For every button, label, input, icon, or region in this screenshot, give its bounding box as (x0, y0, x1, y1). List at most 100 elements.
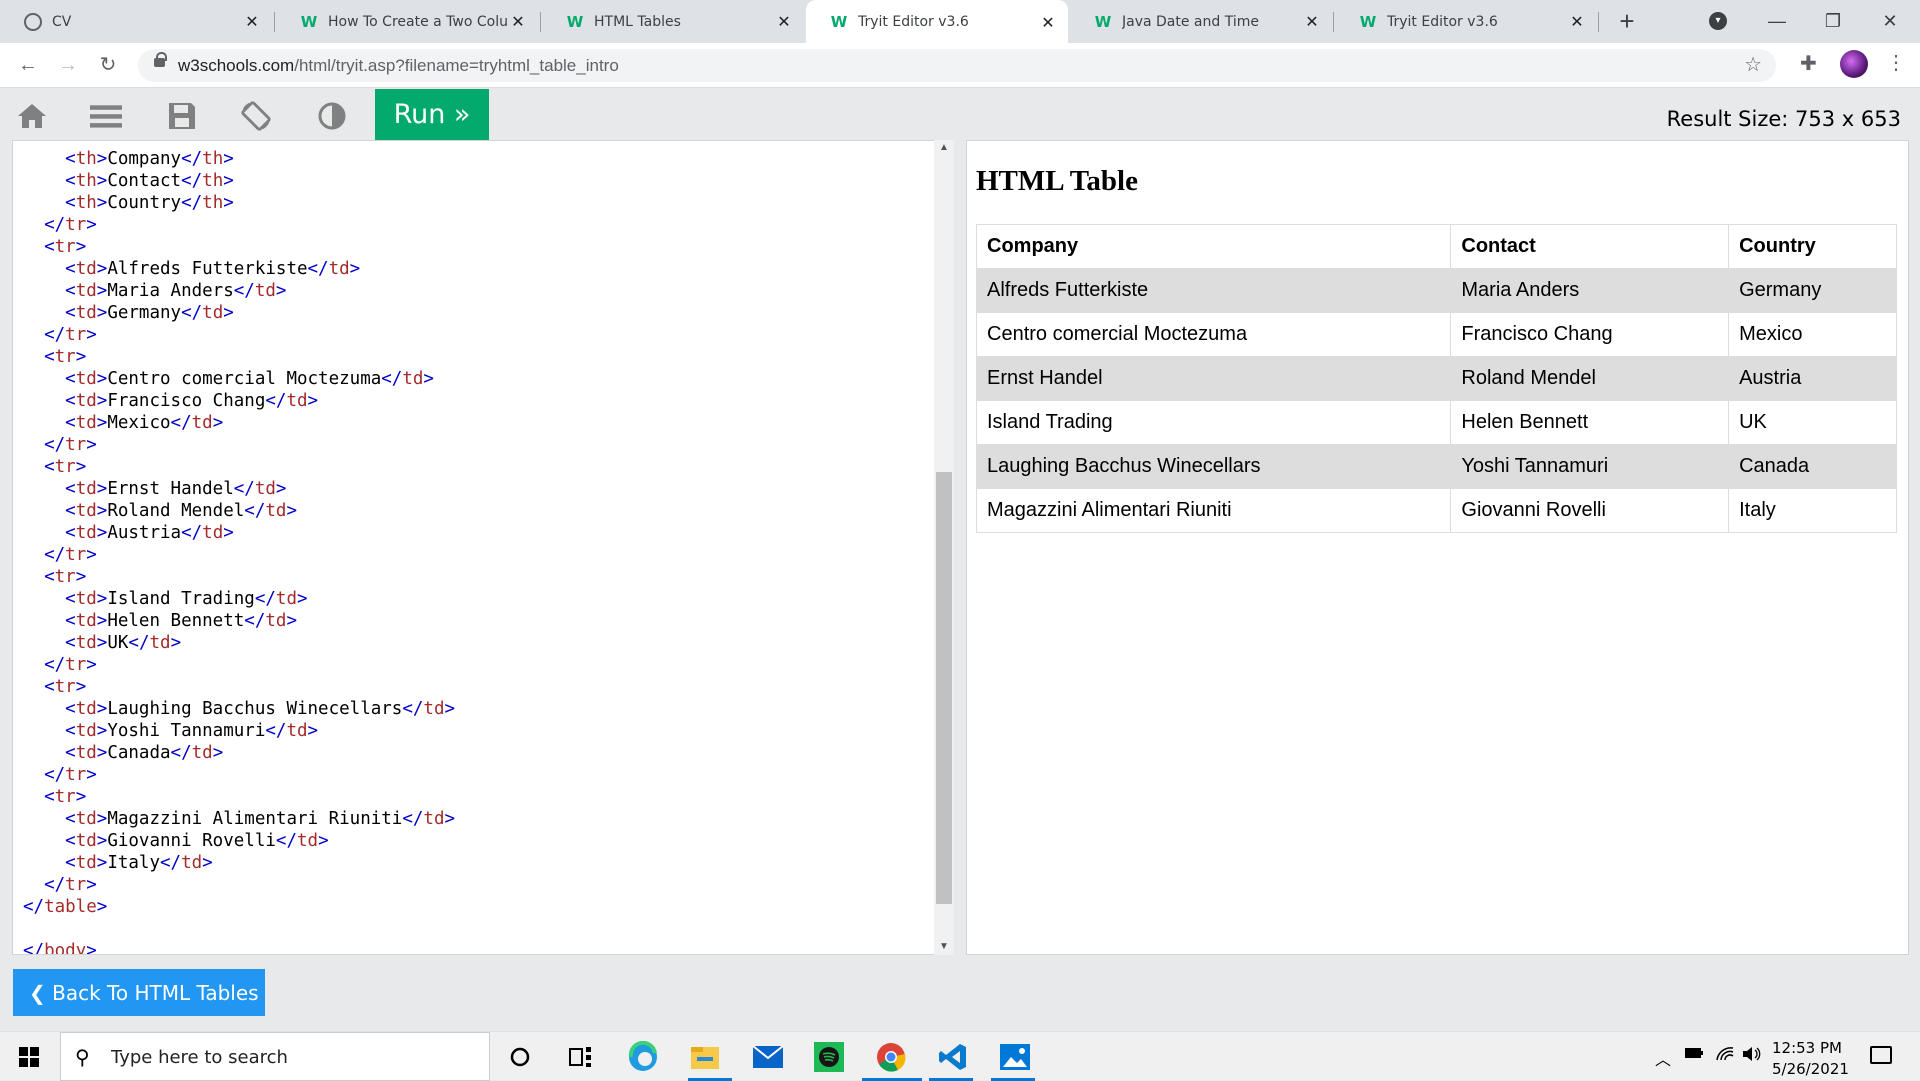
battery-icon[interactable] (1684, 1046, 1704, 1065)
code-line[interactable]: <tr> (23, 236, 455, 258)
code-line[interactable]: <td>Roland Mendel</td> (23, 500, 455, 522)
tryit-toolbar (0, 89, 1920, 140)
back-arrow-icon[interactable]: ← (14, 51, 42, 79)
tab-two-column[interactable]: W How To Create a Two Colum ✕ (276, 0, 538, 43)
volume-icon[interactable] (1742, 1046, 1762, 1067)
tab-title: How To Create a Two Colum (328, 13, 508, 30)
code-line[interactable]: <td>Maria Anders</td> (23, 280, 455, 302)
code-line[interactable]: <tr> (23, 346, 455, 368)
scrollbar-thumb[interactable] (936, 472, 952, 904)
home-icon[interactable] (16, 101, 48, 131)
wifi-icon[interactable] (1715, 1046, 1735, 1067)
vscode-icon[interactable] (936, 1040, 970, 1074)
code-line[interactable]: <th>Contact</th> (23, 170, 455, 192)
menu-hamburger-icon[interactable] (90, 101, 122, 131)
code-line[interactable]: <td>Magazzini Alimentari Riuniti</td> (23, 808, 455, 830)
code-line[interactable] (23, 918, 455, 940)
code-line[interactable]: </tr> (23, 544, 455, 566)
tab-tryit-editor-2[interactable]: W Tryit Editor v3.6 ✕ (1335, 0, 1597, 43)
run-button[interactable]: Run » (375, 89, 489, 140)
code-editor-text[interactable]: <th>Company</th> <th>Contact</th> <th>Co… (23, 148, 455, 954)
table-header-row: Company Contact Country (975, 224, 1897, 269)
tab-title: CV (52, 13, 72, 30)
tab-html-tables[interactable]: W HTML Tables ✕ (542, 0, 804, 43)
close-icon[interactable]: ✕ (1567, 12, 1587, 31)
code-line[interactable]: <td>Island Trading</td> (23, 588, 455, 610)
close-icon[interactable]: ✕ (508, 12, 528, 31)
scroll-down-arrow-icon[interactable]: ▼ (934, 939, 954, 955)
show-hidden-icons-chevron-icon[interactable]: ︿ (1655, 1046, 1671, 1070)
tab-tryit-editor-active[interactable]: W Tryit Editor v3.6 ✕ (806, 0, 1068, 44)
code-line[interactable]: <th>Company</th> (23, 148, 455, 170)
code-line[interactable]: </tr> (23, 214, 455, 236)
code-line[interactable]: <td>Italy</td> (23, 852, 455, 874)
restore-icon[interactable]: ❐ (1813, 6, 1853, 36)
spotify-icon[interactable] (812, 1040, 846, 1074)
close-icon[interactable]: ✕ (242, 12, 262, 31)
code-line[interactable]: <tr> (23, 456, 455, 478)
w3schools-icon: W (1359, 12, 1377, 31)
window-close-icon[interactable]: ✕ (1870, 6, 1910, 36)
close-icon[interactable]: ✕ (774, 12, 794, 31)
code-editor-panel[interactable]: <th>Company</th> <th>Contact</th> <th>Co… (12, 140, 954, 955)
save-icon[interactable] (166, 101, 198, 131)
reload-icon[interactable]: ↻ (94, 51, 122, 79)
mail-icon[interactable] (751, 1040, 785, 1074)
code-line[interactable]: </body> (23, 940, 455, 954)
code-line[interactable]: <td>Mexico</td> (23, 412, 455, 434)
code-line[interactable]: </tr> (23, 324, 455, 346)
code-line[interactable]: </tr> (23, 874, 455, 896)
code-line[interactable]: <tr> (23, 676, 455, 698)
code-line[interactable]: <td>Yoshi Tannamuri</td> (23, 720, 455, 742)
code-line[interactable]: </tr> (23, 654, 455, 676)
dark-mode-toggle-icon[interactable] (316, 101, 348, 131)
file-explorer-icon[interactable] (688, 1040, 722, 1074)
new-tab-plus-icon[interactable]: + (1612, 6, 1642, 36)
clock-date: 5/26/2021 (1772, 1060, 1849, 1078)
scroll-up-arrow-icon[interactable]: ▲ (934, 140, 954, 156)
table-cell: Yoshi Tannamuri (1450, 444, 1730, 489)
code-line[interactable]: </table> (23, 896, 455, 918)
extensions-puzzle-icon[interactable]: ✚ (1800, 51, 1817, 76)
code-line[interactable]: <td>Laughing Bacchus Winecellars</td> (23, 698, 455, 720)
notification-center-icon[interactable] (1870, 1046, 1892, 1064)
bookmark-star-icon[interactable]: ☆ (1744, 52, 1762, 77)
windows-start-icon[interactable] (19, 1047, 39, 1067)
rotate-orientation-icon[interactable] (240, 101, 272, 131)
code-line[interactable]: <td>Ernst Handel</td> (23, 478, 455, 500)
photos-icon[interactable] (998, 1040, 1032, 1074)
code-line[interactable]: <td>Austria</td> (23, 522, 455, 544)
close-icon[interactable]: ✕ (1038, 13, 1058, 32)
code-line[interactable]: <td>Helen Bennett</td> (23, 610, 455, 632)
edge-browser-icon[interactable] (626, 1040, 660, 1074)
result-table: Company Contact Country Alfreds Futterki… (975, 224, 1897, 533)
back-to-html-tables-button[interactable]: ❮ Back To HTML Tables (13, 969, 265, 1016)
taskbar-clock[interactable]: 12:53 PM 5/26/2021 (1772, 1038, 1849, 1080)
forward-arrow-icon[interactable]: → (54, 51, 82, 79)
code-line[interactable]: </tr> (23, 434, 455, 456)
task-view-icon[interactable] (564, 1040, 598, 1074)
tab-search-chevron-icon[interactable]: ▾ (1709, 12, 1727, 30)
browser-toolbar: ← → ↻ w3schools.com/html/tryit.asp?filen… (0, 43, 1920, 88)
profile-avatar[interactable] (1840, 50, 1868, 78)
address-bar[interactable]: w3schools.com/html/tryit.asp?filename=tr… (138, 49, 1776, 82)
code-line[interactable]: <td>Francisco Chang</td> (23, 390, 455, 412)
code-line[interactable]: <td>Germany</td> (23, 302, 455, 324)
browser-menu-icon[interactable]: ⋮ (1886, 50, 1906, 75)
code-line[interactable]: <tr> (23, 566, 455, 588)
code-line[interactable]: <td>UK</td> (23, 632, 455, 654)
cortana-icon[interactable] (503, 1040, 537, 1074)
code-line[interactable]: <td>Giovanni Rovelli</td> (23, 830, 455, 852)
code-line[interactable]: <th>Country</th> (23, 192, 455, 214)
chrome-icon[interactable] (874, 1040, 908, 1074)
code-line[interactable]: </tr> (23, 764, 455, 786)
taskbar-search-box[interactable]: ⚲ Type here to search (60, 1032, 490, 1081)
code-line[interactable]: <td>Canada</td> (23, 742, 455, 764)
code-line[interactable]: <tr> (23, 786, 455, 808)
code-line[interactable]: <td>Centro comercial Moctezuma</td> (23, 368, 455, 390)
minimize-icon[interactable]: — (1757, 6, 1797, 36)
code-line[interactable]: <td>Alfreds Futterkiste</td> (23, 258, 455, 280)
tab-java-date-time[interactable]: W Java Date and Time ✕ (1070, 0, 1332, 43)
close-icon[interactable]: ✕ (1302, 12, 1322, 31)
tab-cv[interactable]: CV ✕ (0, 0, 272, 43)
